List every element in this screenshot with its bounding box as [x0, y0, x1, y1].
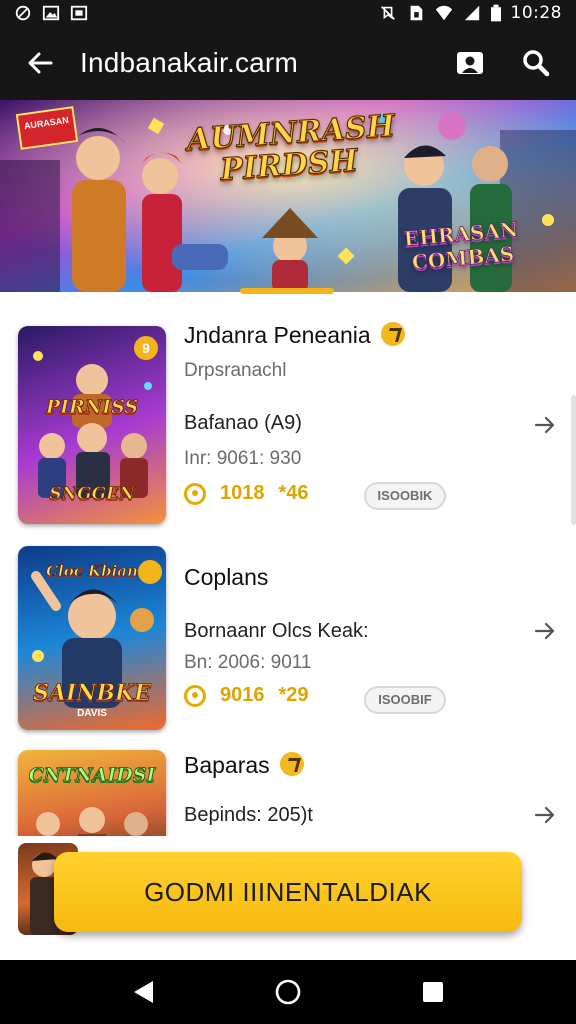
game-title-text: Jndanra Peneania: [184, 322, 371, 348]
app-actions: [450, 43, 576, 83]
game-title: Baparas: [184, 752, 304, 779]
app-bar: Indbanakair.carm: [0, 26, 576, 100]
game-info: Bn: 2006: 9011: [184, 652, 312, 673]
game-title-text: Coplans: [184, 564, 269, 590]
thumbnail-title: PIRNISS: [45, 396, 139, 419]
signal-icon: [464, 5, 479, 21]
back-button[interactable]: [0, 26, 80, 100]
arrow-right-icon: [534, 622, 555, 640]
thumbnail-subtitle: DAVIS: [77, 708, 107, 719]
status-pill[interactable]: ISOOBIF: [364, 686, 446, 714]
status-pill[interactable]: ISOOBIK: [364, 482, 446, 510]
coin-icon: [184, 482, 206, 505]
game-card[interactable]: 9 PIRNISS SNGGEN Jndanra Peneania Drpsra…: [0, 322, 576, 536]
game-title: Coplans: [184, 564, 268, 591]
arrow-left-icon: [28, 52, 53, 74]
open-game-button[interactable]: [530, 616, 560, 646]
coin-count: 1018: [220, 482, 265, 504]
game-stats: 9016 *29: [184, 684, 309, 707]
game-card[interactable]: Cloc Kbian SAINBKE DAVIS Coplans Bornaan…: [0, 546, 576, 756]
app-title: Indbanakair.carm: [80, 47, 298, 78]
game-developer: Drpsranachl: [184, 360, 287, 381]
screen: 10:28 Indbanakair.carm AURASAN AUMNRASH …: [0, 0, 576, 1024]
home-circle-icon: [275, 979, 301, 1005]
recents-square-icon: [423, 982, 444, 1002]
game-thumbnail: Cloc Kbian SAINBKE DAVIS: [18, 546, 166, 730]
game-card[interactable]: CNTNAIDSI Baparas Bepinds: 205)t: [0, 750, 576, 840]
status-right: 10:28: [379, 3, 563, 23]
thumbnail-logo: Cloc Kbian: [46, 562, 139, 581]
thumbnail-subtitle: SNGGEN: [49, 484, 135, 505]
portrait-icon: [457, 52, 483, 74]
banner-page-indicator: [240, 288, 334, 294]
bonus-count: *46: [278, 482, 309, 504]
photo-icon: [70, 5, 88, 21]
wifi-icon: [435, 5, 452, 21]
nav-home-button[interactable]: [266, 970, 310, 1014]
bonus-count: *29: [278, 684, 309, 706]
status-bar: 10:28: [0, 0, 576, 26]
status-time: 10:28: [510, 3, 562, 23]
game-stats: 1018 *46: [184, 482, 309, 505]
battery-icon: [490, 4, 501, 22]
system-nav-bar: [0, 960, 576, 1024]
scrollbar[interactable]: [571, 395, 576, 525]
arrow-right-icon: [534, 806, 555, 824]
open-game-button[interactable]: [530, 800, 560, 830]
game-title: Jndanra Peneania: [184, 322, 405, 349]
game-thumbnail: 9 PIRNISS SNGGEN: [18, 326, 166, 524]
arrow-right-icon: [534, 416, 555, 434]
game-detail: Bafanao (A9): [184, 412, 302, 434]
status-left: [14, 4, 88, 22]
search-button[interactable]: [516, 43, 556, 83]
open-game-button[interactable]: [530, 410, 560, 440]
verified-badge-icon: [279, 752, 304, 776]
portrait-button[interactable]: [450, 43, 490, 83]
image-icon: [42, 5, 60, 21]
back-triangle-icon: [133, 981, 153, 1003]
coin-count: 9016: [220, 684, 265, 706]
thumbnail-title: SAINBKE: [33, 680, 152, 707]
game-thumbnail: CNTNAIDSI: [18, 750, 166, 840]
game-info: Inr: 9061: 930: [184, 448, 302, 469]
verified-badge-icon: [380, 322, 405, 346]
game-detail: Bornaanr Olcs Keak:: [184, 620, 369, 642]
sync-icon: [15, 5, 31, 21]
thumbnail-badge: 9: [134, 336, 158, 360]
sim-icon: [410, 5, 422, 21]
mute-icon: [380, 6, 395, 20]
search-icon: [523, 50, 550, 77]
game-detail: Bepinds: 205)t: [184, 804, 313, 826]
coin-icon: [184, 684, 206, 707]
nav-recents-button[interactable]: [411, 970, 455, 1014]
game-list[interactable]: 9 PIRNISS SNGGEN Jndanra Peneania Drpsra…: [0, 300, 576, 840]
thumbnail-title: CNTNAIDSI: [28, 764, 156, 787]
primary-cta-button[interactable]: GODMI IIINENTALDIAK: [54, 852, 522, 932]
game-title-text: Baparas: [184, 752, 270, 778]
nav-back-button[interactable]: [121, 970, 165, 1014]
